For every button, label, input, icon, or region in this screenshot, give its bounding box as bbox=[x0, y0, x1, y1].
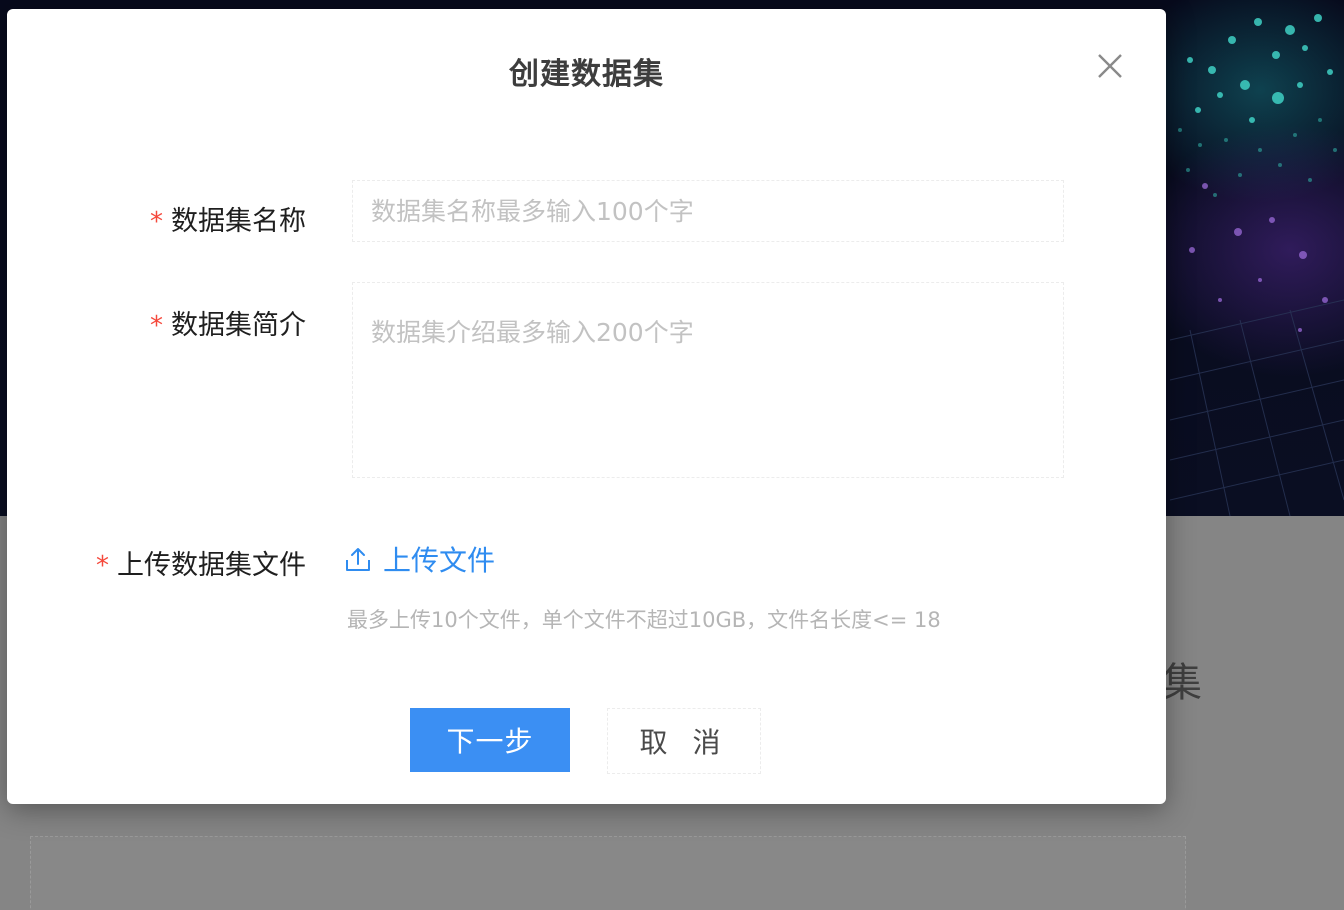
dataset-name-label-text: 数据集名称 bbox=[171, 206, 306, 237]
dataset-description-label-text: 数据集简介 bbox=[171, 310, 306, 341]
upload-file-button[interactable]: 上传文件 bbox=[343, 539, 495, 579]
dataset-name-input[interactable] bbox=[352, 180, 1064, 242]
upload-file-label: * 上传数据集文件 bbox=[96, 543, 306, 582]
page-stage: 集 创建数据集 * 数据集名称 * 数据集简介 * 上传数据集文件 bbox=[0, 0, 1344, 910]
next-step-button[interactable]: 下一步 bbox=[410, 708, 570, 772]
dialog-title: 创建数据集 bbox=[509, 57, 664, 92]
cancel-button[interactable]: 取 消 bbox=[607, 708, 761, 774]
upload-hint-text: 最多上传10个文件，单个文件不超过10GB，文件名长度<= 18 bbox=[347, 608, 941, 632]
background-card bbox=[30, 836, 1186, 910]
close-icon bbox=[1098, 54, 1122, 78]
required-mark: * bbox=[150, 311, 163, 341]
dataset-description-label: * 数据集简介 bbox=[150, 303, 306, 342]
background-page-title: 集 bbox=[1162, 660, 1202, 706]
dataset-name-label: * 数据集名称 bbox=[150, 199, 306, 238]
required-mark: * bbox=[96, 551, 109, 581]
upload-file-label-text: 上传数据集文件 bbox=[117, 550, 306, 581]
upload-icon bbox=[346, 548, 370, 571]
close-button[interactable] bbox=[1093, 49, 1127, 83]
required-mark: * bbox=[150, 207, 163, 237]
create-dataset-dialog: 创建数据集 * 数据集名称 * 数据集简介 * 上传数据集文件 上传文件 bbox=[7, 9, 1166, 804]
upload-file-button-label: 上传文件 bbox=[383, 544, 496, 577]
dataset-description-textarea[interactable] bbox=[352, 282, 1064, 478]
